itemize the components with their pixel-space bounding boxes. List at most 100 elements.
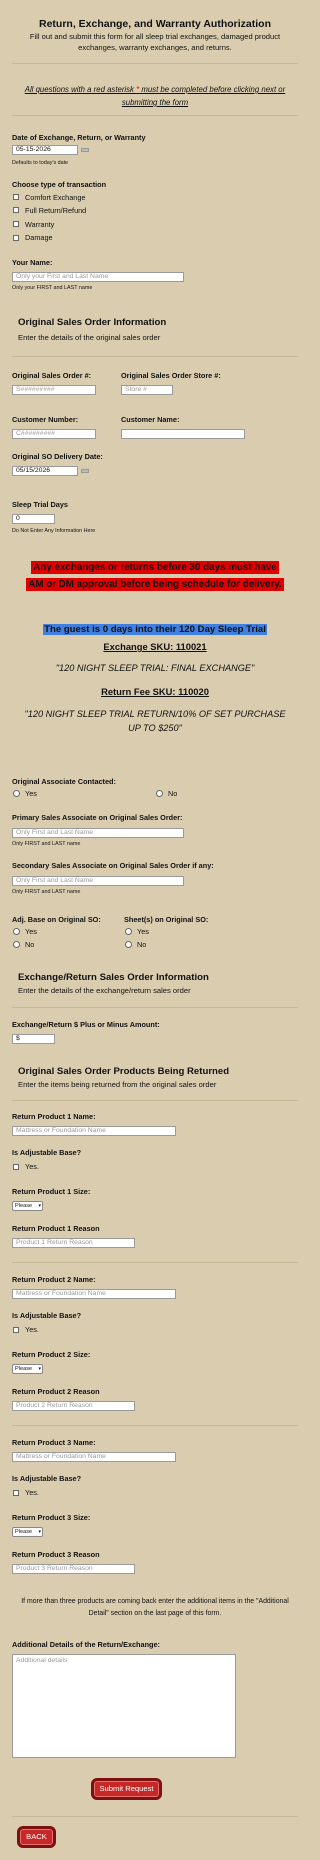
original-order-label: Original Sales Order #: xyxy=(12,371,92,380)
date-picker-button[interactable] xyxy=(81,148,89,152)
product3-name-label: Return Product 3 Name: xyxy=(12,1438,96,1447)
radio-sheets-no[interactable] xyxy=(125,941,132,948)
primary-associate-input[interactable]: Only First and Last Name xyxy=(12,828,184,838)
checkbox-warranty[interactable] xyxy=(13,221,19,227)
form-title: Return, Exchange, and Warranty Authoriza… xyxy=(39,18,271,30)
radio-label: No xyxy=(168,789,178,798)
return-quote-line2: UP TO $250" xyxy=(128,723,182,733)
product1-size-label: Return Product 1 Size: xyxy=(12,1187,91,1196)
transaction-type-label: Choose type of transaction xyxy=(12,180,107,189)
primary-associate-label: Primary Sales Associate on Original Sale… xyxy=(12,813,183,822)
product1-size-select[interactable]: Please ▾ xyxy=(12,1201,43,1211)
product1-reason-input[interactable]: Product 1 Return Reason xyxy=(12,1238,135,1248)
product1-name-input[interactable]: Mattress or Foundation Name xyxy=(12,1126,176,1136)
divider xyxy=(12,63,298,64)
radio-contacted-yes[interactable] xyxy=(13,790,20,797)
date-picker-button[interactable] xyxy=(81,469,89,473)
section-title-products: Original Sales Order Products Being Retu… xyxy=(18,1066,230,1077)
product3-adj-label: Is Adjustable Base? xyxy=(12,1474,82,1483)
customer-number-label: Customer Number: xyxy=(12,415,79,424)
required-note: All questions with a red asterisk * must… xyxy=(24,85,286,94)
radio-label: No xyxy=(137,940,147,949)
additional-note-line1: If more than three products are coming b… xyxy=(21,1598,289,1605)
radio-label: No xyxy=(25,940,35,949)
delivery-date-input[interactable]: 05/15/2026 xyxy=(12,466,78,476)
sleep-trial-input[interactable]: 0 xyxy=(12,514,55,524)
your-name-note: Only your FIRST and LAST name xyxy=(12,285,93,291)
product3-name-input[interactable]: Mattress or Foundation Name xyxy=(12,1452,176,1462)
product3-reason-label: Return Product 3 Reason xyxy=(12,1550,100,1559)
radio-contacted-no[interactable] xyxy=(156,790,163,797)
section-subtitle-original: Enter the details of the original sales … xyxy=(18,333,161,342)
option-label: Full Return/Refund xyxy=(25,206,87,215)
product1-adj-checkbox[interactable] xyxy=(13,1164,19,1170)
original-order-input[interactable]: S######### xyxy=(12,385,96,395)
radio-adj-no[interactable] xyxy=(13,941,20,948)
product3-size-label: Return Product 3 Size: xyxy=(12,1513,91,1522)
customer-name-input[interactable] xyxy=(121,429,245,439)
product2-adj-label: Is Adjustable Base? xyxy=(12,1311,82,1320)
section-title-original: Original Sales Order Information xyxy=(18,317,167,328)
product2-size-select[interactable]: Please ▾ xyxy=(12,1364,43,1374)
exchange-sku: Exchange SKU: 110021 xyxy=(103,641,207,652)
product1-adj-label: Is Adjustable Base? xyxy=(12,1148,82,1157)
checkbox-label: Yes. xyxy=(25,1325,39,1334)
checkbox-damage[interactable] xyxy=(13,235,19,241)
form-subtitle-line1: Fill out and submit this form for all sl… xyxy=(29,32,281,41)
return-fee-sku: Return Fee SKU: 110020 xyxy=(101,686,209,697)
product2-reason-label: Return Product 2 Reason xyxy=(12,1387,100,1396)
your-name-input[interactable]: Only your First and Last Name xyxy=(12,272,184,282)
option-label: Comfort Exchange xyxy=(25,193,86,202)
product3-adj-checkbox[interactable] xyxy=(13,1490,19,1496)
product3-size-select[interactable]: Please ▾ xyxy=(12,1527,43,1537)
radio-label: Yes xyxy=(25,789,37,798)
submit-request-button[interactable]: Submit Request xyxy=(91,1778,162,1800)
original-store-label: Original Sales Order Store #: xyxy=(121,371,221,380)
adj-base-label: Adj. Base on Original SO: xyxy=(12,915,101,924)
additional-details-label: Additional Details of the Return/Exchang… xyxy=(12,1640,160,1649)
associate-contacted-label: Original Associate Contacted: xyxy=(12,777,116,786)
section-title-exchange: Exchange/Return Sales Order Information xyxy=(18,972,209,983)
red-warning-line1: Any exchanges or returns before 30 days … xyxy=(31,561,279,574)
divider xyxy=(12,356,298,357)
secondary-associate-label: Secondary Sales Associate on Original Sa… xyxy=(12,861,214,870)
original-store-input[interactable]: Store # xyxy=(121,385,173,395)
checkbox-full-return[interactable] xyxy=(13,207,19,213)
checkbox-label: Yes. xyxy=(25,1488,39,1497)
radio-label: Yes xyxy=(25,927,37,936)
checkbox-comfort-exchange[interactable] xyxy=(13,194,19,200)
product2-name-label: Return Product 2 Name: xyxy=(12,1275,96,1284)
product3-reason-input[interactable]: Product 3 Return Reason xyxy=(12,1564,135,1574)
divider xyxy=(12,1007,298,1008)
option-label: Damage xyxy=(25,233,53,242)
delivery-date-label: Original SO Delivery Date: xyxy=(12,452,103,461)
section-subtitle-products: Enter the items being returned from the … xyxy=(18,1080,217,1089)
exchange-quote: "120 NIGHT SLEEP TRIAL: FINAL EXCHANGE" xyxy=(55,663,255,673)
customer-number-input[interactable]: C######### xyxy=(12,429,96,439)
primary-associate-note: Only FIRST and LAST name xyxy=(12,841,81,847)
divider xyxy=(12,115,298,116)
product2-adj-checkbox[interactable] xyxy=(13,1327,19,1333)
section-subtitle-exchange: Enter the details of the exchange/return… xyxy=(18,986,191,995)
divider xyxy=(12,1425,298,1426)
sleep-trial-note: Do Not Enter Any Information Here xyxy=(12,528,96,534)
amount-input[interactable]: $ xyxy=(12,1034,55,1044)
divider xyxy=(12,1100,298,1101)
red-warning-line2: AM or DM approval before being schedule … xyxy=(26,578,284,591)
radio-label: Yes xyxy=(137,927,149,936)
sleep-trial-label: Sleep Trial Days xyxy=(12,500,68,509)
your-name-label: Your Name: xyxy=(12,258,53,267)
radio-sheets-yes[interactable] xyxy=(125,928,132,935)
sleep-trial-status: The guest is 0 days into their 120 Day S… xyxy=(43,624,267,635)
back-button[interactable]: BACK xyxy=(17,1826,56,1848)
return-quote-line1: "120 NIGHT SLEEP TRIAL RETURN/10% OF SET… xyxy=(24,709,286,719)
secondary-associate-input[interactable]: Only First and Last Name xyxy=(12,876,184,886)
form-subtitle-line2: exchanges, warranty exchanges, and retur… xyxy=(78,43,232,52)
divider xyxy=(12,1262,298,1263)
product2-name-input[interactable]: Mattress or Foundation Name xyxy=(12,1289,176,1299)
radio-adj-yes[interactable] xyxy=(13,928,20,935)
product2-reason-input[interactable]: Product 2 Return Reason xyxy=(12,1401,135,1411)
checkbox-label: Yes. xyxy=(25,1162,39,1171)
additional-details-textarea[interactable]: Additional details xyxy=(12,1654,236,1758)
date-exchange-input[interactable]: 05-15-2026 xyxy=(12,145,78,155)
